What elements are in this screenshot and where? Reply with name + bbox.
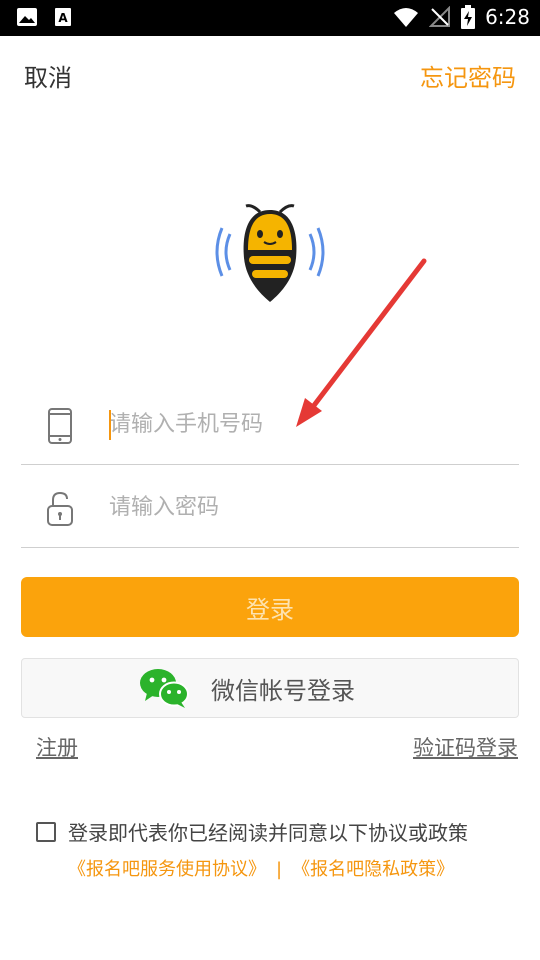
service-agreement-link[interactable]: 《报名吧服务使用协议》 xyxy=(68,859,266,880)
battery-charging-icon xyxy=(461,5,476,29)
agreement-separator: | xyxy=(276,859,283,880)
password-input[interactable] xyxy=(109,485,489,529)
svg-text:A: A xyxy=(58,11,68,25)
lock-icon xyxy=(47,491,73,526)
agreement-links: 《报名吧服务使用协议》 | 《报名吧隐私政策》 xyxy=(68,855,454,881)
wechat-icon xyxy=(140,669,189,708)
phone-input[interactable] xyxy=(109,402,489,446)
forgot-password-button[interactable]: 忘记密码 xyxy=(420,58,516,93)
agreement-checkbox[interactable] xyxy=(36,822,56,842)
status-time: 6:28 xyxy=(485,5,530,29)
register-link[interactable]: 注册 xyxy=(36,732,78,762)
login-button[interactable]: 登录 xyxy=(21,577,519,637)
no-signal-icon xyxy=(429,6,451,27)
agreement-text: 登录即代表你已经阅读并同意以下协议或政策 xyxy=(68,821,468,845)
bee-logo-icon xyxy=(215,204,325,302)
phone-field-row xyxy=(21,382,519,465)
wechat-login-label: 微信帐号登录 xyxy=(211,676,355,705)
text-caret xyxy=(109,410,111,440)
code-login-link[interactable]: 验证码登录 xyxy=(413,732,518,762)
wifi-icon xyxy=(394,8,419,27)
cancel-button[interactable]: 取消 xyxy=(24,58,72,93)
image-icon xyxy=(17,8,37,26)
phone-icon xyxy=(48,408,72,444)
wechat-login-button[interactable]: 微信帐号登录 xyxy=(21,658,519,718)
status-bar: A 6:28 xyxy=(0,0,540,36)
privacy-policy-link[interactable]: 《报名吧隐私政策》 xyxy=(292,859,454,880)
password-field-row xyxy=(21,465,519,548)
text-app-icon: A xyxy=(55,8,71,26)
